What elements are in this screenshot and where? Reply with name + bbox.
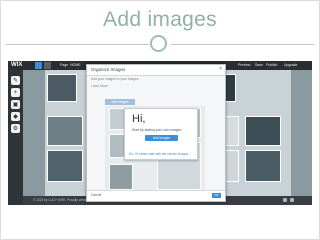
site-photo <box>47 116 83 146</box>
ok-button[interactable]: OK <box>212 193 221 198</box>
add-images-button[interactable]: Add Images <box>145 135 178 141</box>
popup-text: Start by adding your own images <box>132 128 182 132</box>
left-toolbar: ✎ + ▣ ◆ ⚙ <box>8 70 23 205</box>
desktop-view-button[interactable] <box>44 62 51 69</box>
title-divider-right <box>171 44 314 45</box>
start-adding-popup: Hi, Start by adding your own images Add … <box>124 108 198 160</box>
dialog-title: Organize Images <box>91 67 126 72</box>
upgrade-button[interactable]: Upgrade <box>284 62 297 69</box>
mobile-view-button[interactable] <box>35 62 42 69</box>
app-icon[interactable]: ◆ <box>11 112 20 121</box>
site-photo <box>245 150 281 182</box>
slide-title: Add images <box>103 8 217 31</box>
page-label: Page <box>60 63 69 67</box>
dialog-header: Organize Images × <box>87 65 225 76</box>
save-button[interactable]: Save <box>255 62 263 69</box>
image-icon[interactable]: ▣ <box>11 100 20 109</box>
close-icon[interactable]: × <box>219 66 222 72</box>
cancel-button[interactable]: Cancel <box>91 193 101 197</box>
pencil-icon[interactable]: ✎ <box>11 76 20 85</box>
facebook-icon[interactable] <box>283 198 287 202</box>
title-divider-left <box>6 44 149 45</box>
site-photo <box>245 116 281 146</box>
add-icon[interactable]: + <box>11 88 20 97</box>
use-current-images-link[interactable]: No, I'd rather start with the current im… <box>129 152 188 156</box>
dialog-description: Add your images to your Images <box>91 77 139 81</box>
image-thumbnail[interactable] <box>109 164 133 190</box>
learn-more-link[interactable]: Learn More <box>91 84 108 88</box>
settings-icon[interactable]: ⚙ <box>11 124 20 133</box>
dialog-footer: Cancel OK <box>87 190 225 201</box>
wix-logo: WIX <box>11 62 23 68</box>
twitter-icon[interactable] <box>290 198 294 202</box>
add-images-tab[interactable]: Add Images <box>105 99 135 105</box>
title-circle-ornament <box>150 35 167 52</box>
site-photo <box>47 74 77 102</box>
page-selector[interactable]: HOME <box>70 62 81 69</box>
popup-greeting: Hi, <box>132 113 146 125</box>
publish-button[interactable]: Publish <box>266 62 277 69</box>
site-photo <box>47 150 83 182</box>
preview-button[interactable]: Preview <box>238 62 250 69</box>
